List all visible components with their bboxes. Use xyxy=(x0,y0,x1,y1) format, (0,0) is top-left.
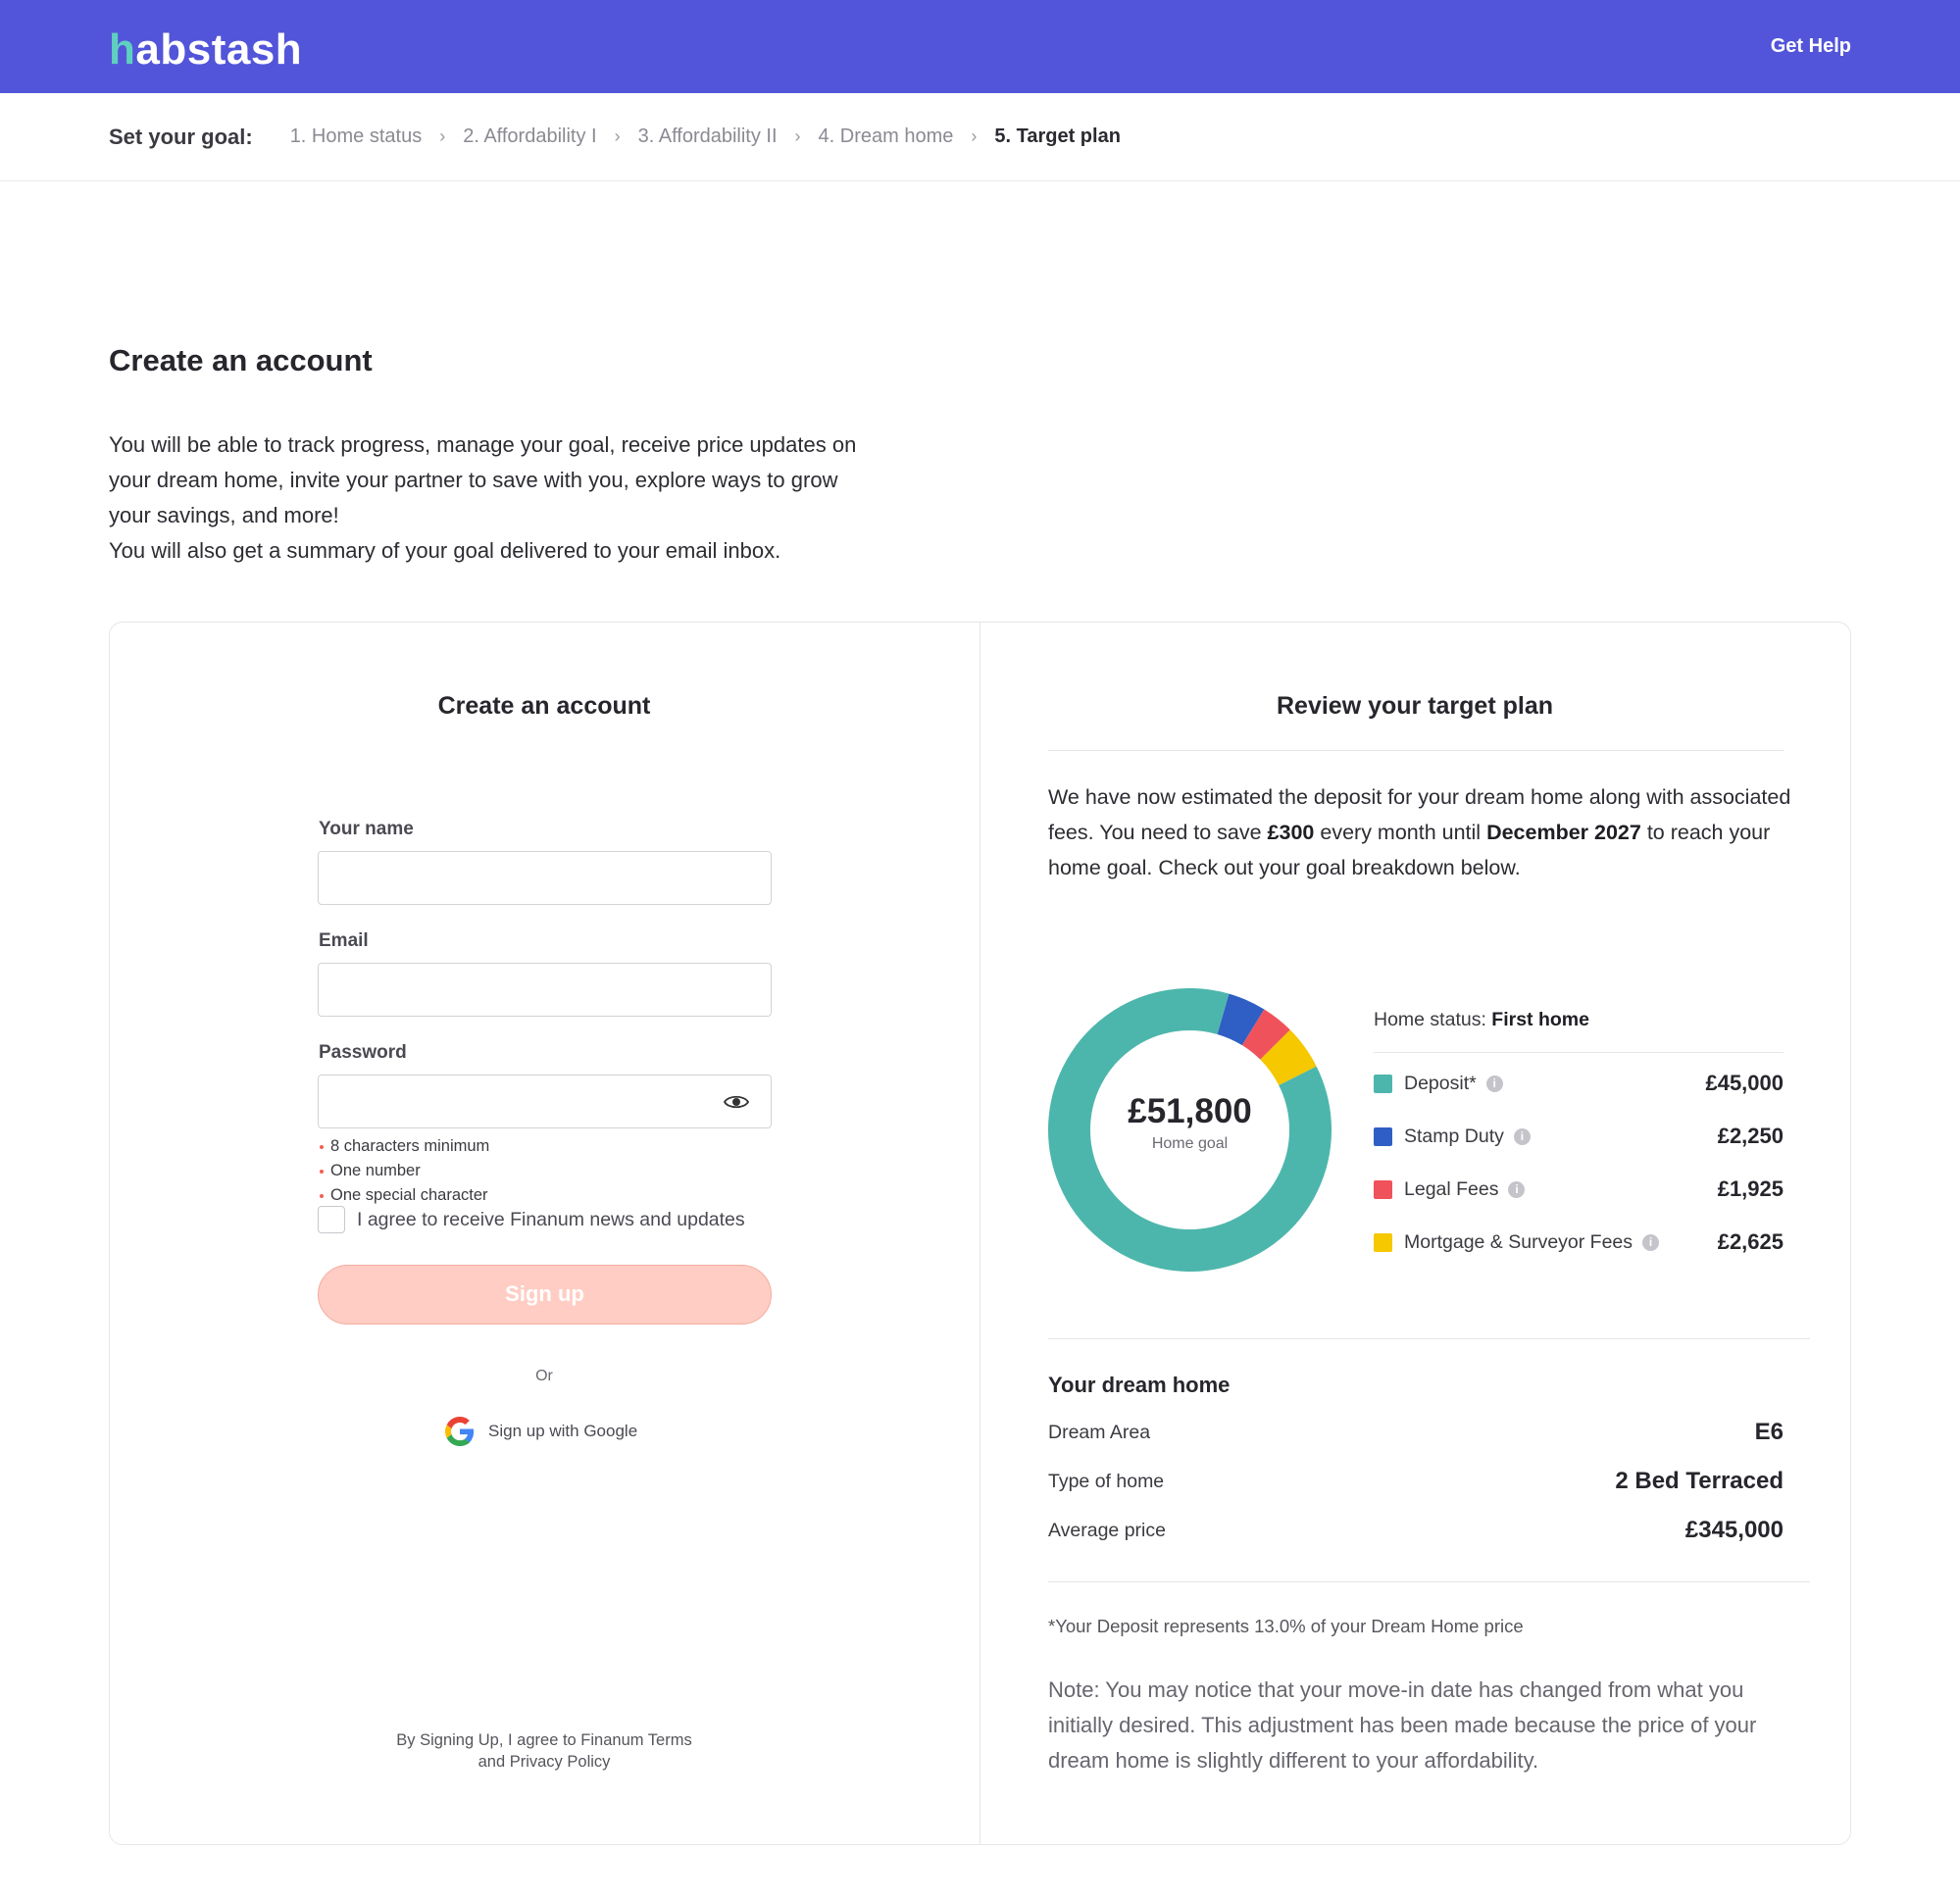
terms-line[interactable]: By Signing Up, I agree to Finanum Terms xyxy=(109,1729,980,1751)
dream-area-row: Dream Area E6 xyxy=(1048,1419,1784,1445)
dream-area-value: E6 xyxy=(1754,1419,1784,1445)
target-date: December 2027 xyxy=(1486,821,1641,844)
swatch-stamp-duty xyxy=(1374,1126,1392,1146)
plan-title-divider xyxy=(1048,750,1784,751)
step-affordability-2[interactable]: 3. Affordability II xyxy=(638,125,778,148)
goal-steps-breadcrumb: Set your goal: 1. Home status › 2. Affor… xyxy=(0,93,1960,181)
password-rules: 8 characters minimum One number One spec… xyxy=(319,1134,489,1208)
eye-icon[interactable] xyxy=(724,1092,749,1112)
info-icon[interactable]: i xyxy=(1642,1233,1660,1251)
home-status: Home status: First home xyxy=(1374,1009,1589,1030)
average-price-value: £345,000 xyxy=(1684,1517,1784,1543)
top-header: habstash Get Help xyxy=(0,0,1960,93)
swatch-deposit xyxy=(1374,1074,1392,1093)
page-title: Create an account xyxy=(109,343,373,377)
password-label: Password xyxy=(319,1042,407,1063)
email-label: Email xyxy=(319,930,369,951)
chevron-right-icon: › xyxy=(971,126,978,146)
mortgage-fees-value: £2,625 xyxy=(1717,1229,1784,1254)
type-of-home-value: 2 Bed Terraced xyxy=(1615,1468,1784,1494)
step-home-status[interactable]: 1. Home status xyxy=(290,125,423,148)
password-rule: One number xyxy=(319,1159,489,1183)
stamp-duty-value: £2,250 xyxy=(1717,1124,1784,1148)
deposit-footnote: *Your Deposit represents 13.0% of your D… xyxy=(1048,1616,1524,1636)
type-of-home-row: Type of home 2 Bed Terraced xyxy=(1048,1468,1784,1494)
plan-summary: We have now estimated the deposit for yo… xyxy=(1048,785,1791,879)
google-icon xyxy=(445,1417,475,1446)
google-sign-up-button[interactable]: Sign up with Google xyxy=(445,1417,637,1446)
agree-newsletter[interactable]: I agree to receive Finanum news and upda… xyxy=(318,1206,745,1233)
email-input[interactable] xyxy=(318,963,772,1017)
legend-stamp-duty: Stamp Duty i £2,250 xyxy=(1374,1123,1784,1150)
section-divider xyxy=(1048,1581,1810,1582)
chevron-right-icon: › xyxy=(614,126,621,146)
home-goal-amount: £51,800 xyxy=(1128,1092,1252,1130)
step-affordability-1[interactable]: 2. Affordability I xyxy=(463,125,596,148)
name-input[interactable] xyxy=(318,851,772,905)
terms-line[interactable]: and Privacy Policy xyxy=(109,1751,980,1773)
plan-title: Review your target plan xyxy=(1276,692,1554,720)
legend-mortgage-surveyor-fees: Mortgage & Surveyor Fees i £2,625 xyxy=(1374,1228,1784,1256)
info-icon[interactable]: i xyxy=(1508,1180,1526,1198)
donut-slice-stamp-duty xyxy=(1216,993,1265,1046)
google-sign-up-label: Sign up with Google xyxy=(488,1422,638,1440)
section-divider xyxy=(1048,1338,1810,1339)
legend-deposit: Deposit* i £45,000 xyxy=(1374,1070,1784,1097)
get-help-link[interactable]: Get Help xyxy=(1771,35,1851,58)
password-rule: One special character xyxy=(319,1183,489,1208)
chevron-right-icon: › xyxy=(794,126,801,146)
intro-paragraph-1: You will be able to track progress, mana… xyxy=(109,432,857,527)
habstash-logo[interactable]: habstash xyxy=(109,25,302,75)
intro-paragraph-2: You will also get a summary of your goal… xyxy=(109,538,781,563)
step-target-plan[interactable]: 5. Target plan xyxy=(994,125,1121,148)
form-title: Create an account xyxy=(437,692,651,720)
deposit-value: £45,000 xyxy=(1705,1071,1784,1095)
home-goal-label: Home goal xyxy=(1151,1135,1229,1152)
donut-slice-legal-fees xyxy=(1241,1009,1290,1061)
move-in-note: Note: You may notice that your move-in d… xyxy=(1048,1677,1757,1773)
steps-lead: Set your goal: xyxy=(109,124,253,149)
name-label: Your name xyxy=(319,819,414,839)
password-rule: 8 characters minimum xyxy=(319,1134,489,1159)
swatch-legal-fees xyxy=(1374,1179,1392,1199)
sign-up-button[interactable]: Sign up xyxy=(318,1265,772,1325)
home-status-value: First home xyxy=(1491,1009,1589,1030)
intro-text: You will be able to track progress, mana… xyxy=(109,427,874,569)
or-separator: Or xyxy=(535,1368,553,1384)
legal-fees-value: £1,925 xyxy=(1717,1176,1784,1201)
donut-slice-mortgage-fees xyxy=(1259,1029,1317,1086)
agree-label: I agree to receive Finanum news and upda… xyxy=(357,1208,745,1230)
swatch-mortgage-fees xyxy=(1374,1232,1392,1252)
password-input[interactable] xyxy=(318,1075,772,1128)
info-icon[interactable]: i xyxy=(1485,1075,1503,1092)
donut-center: £51,800 Home goal xyxy=(1048,1090,1332,1153)
step-dream-home[interactable]: 4. Dream home xyxy=(819,125,954,148)
legend-legal-fees: Legal Fees i £1,925 xyxy=(1374,1176,1784,1203)
monthly-amount: £300 xyxy=(1267,821,1315,844)
terms-text: By Signing Up, I agree to Finanum Terms … xyxy=(109,1729,980,1773)
chevron-right-icon: › xyxy=(439,126,446,146)
legend-divider xyxy=(1374,1052,1784,1053)
average-price-row: Average price £345,000 xyxy=(1048,1517,1784,1543)
info-icon[interactable]: i xyxy=(1513,1127,1531,1145)
agree-checkbox[interactable] xyxy=(318,1206,345,1233)
dream-home-title: Your dream home xyxy=(1048,1373,1231,1397)
